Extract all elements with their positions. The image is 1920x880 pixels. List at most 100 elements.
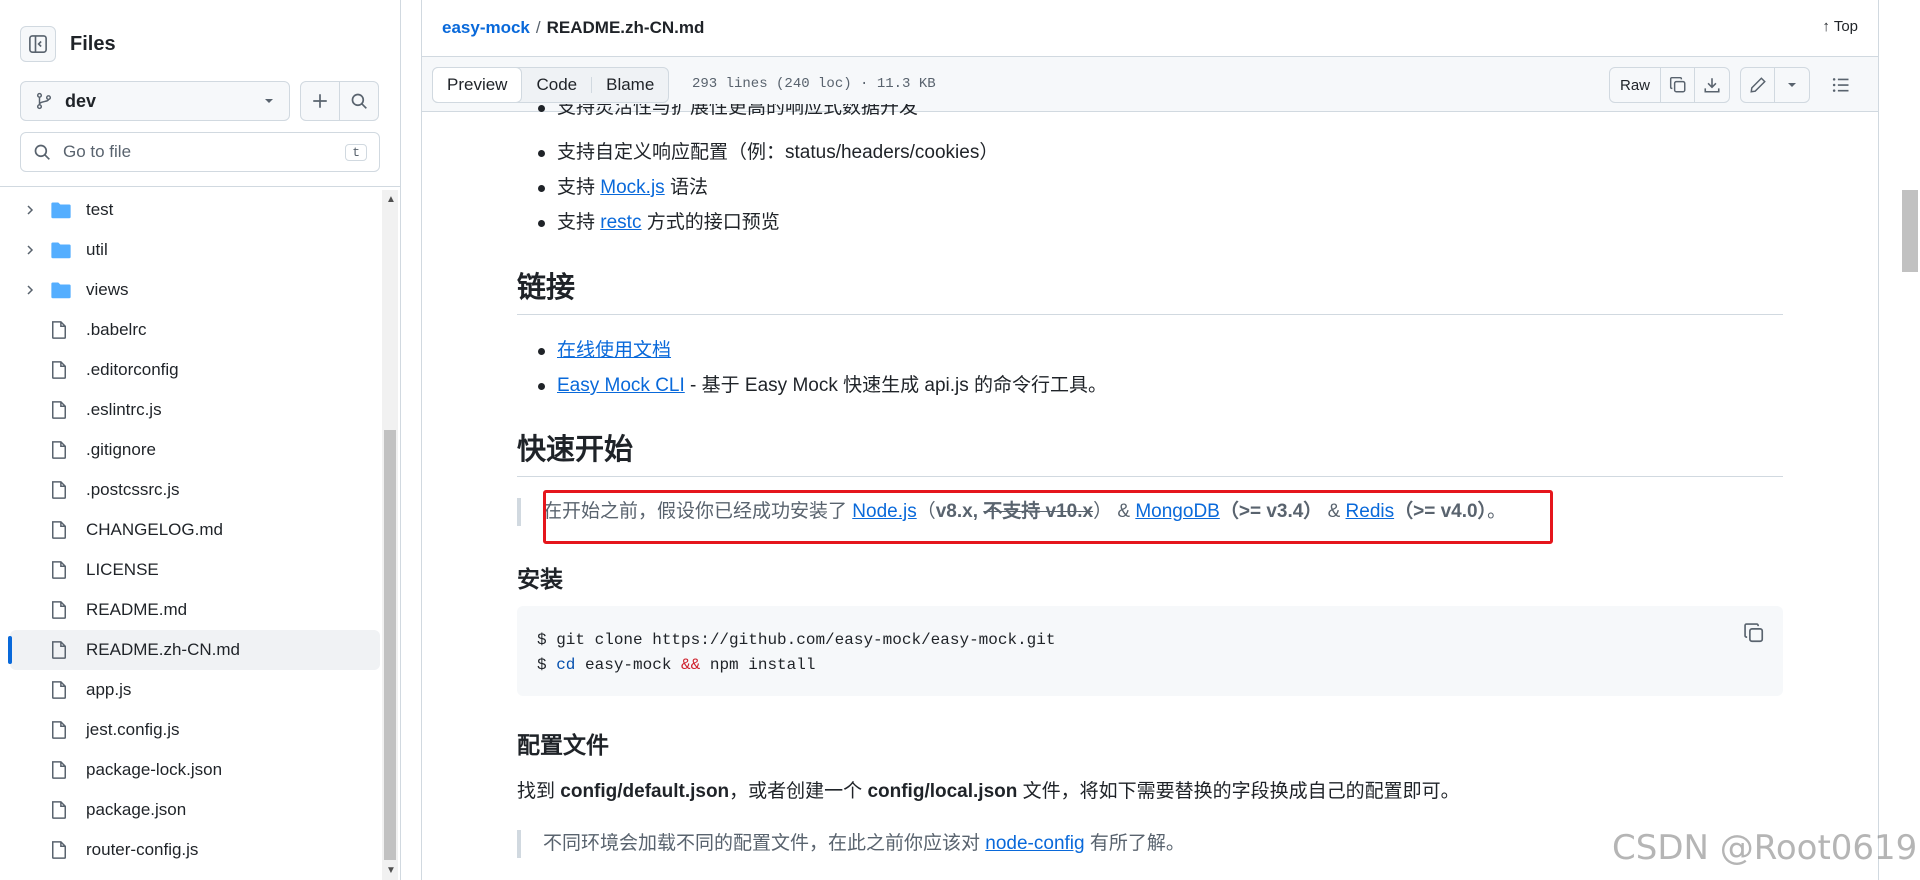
add-file-button[interactable]: [300, 81, 340, 121]
links-list: 在线使用文档 Easy Mock CLI - 基于 Easy Mock 快速生成…: [517, 333, 1783, 403]
file-icon: [52, 521, 66, 539]
tree-item-label: router-config.js: [86, 840, 199, 859]
tab-blame[interactable]: Blame: [592, 68, 668, 102]
edit-file-button[interactable]: [1741, 68, 1775, 102]
file-icon-wrap: [50, 440, 74, 460]
sidebar-scrollbar[interactable]: ▲ ▼: [382, 190, 398, 880]
tree-folder-test[interactable]: test: [10, 190, 380, 230]
sidebar-collapse-icon: [29, 35, 47, 53]
chevron-right-icon: [27, 245, 34, 255]
tree-item-label: CHANGELOG.md: [86, 520, 223, 539]
tree-file[interactable]: .gitignore: [10, 430, 380, 470]
branch-selector[interactable]: dev: [20, 81, 290, 121]
list-item-text: 支持: [557, 212, 601, 233]
page-scrollbar[interactable]: [1900, 0, 1920, 880]
tree-file[interactable]: router-config.js: [10, 830, 380, 870]
config-paragraph: 找到 config/default.json，或者创建一个 config/loc…: [517, 777, 1783, 807]
breadcrumb-file-name: README.zh-CN.md: [546, 18, 705, 37]
paragraph-text: 文件，将如下需要替换的字段换成自己的配置即可。: [1017, 781, 1460, 802]
copy-raw-button[interactable]: [1661, 68, 1695, 102]
edit-options-dropdown[interactable]: [1775, 68, 1809, 102]
breadcrumb-repo-link[interactable]: easy-mock: [442, 18, 530, 38]
collapse-sidebar-button[interactable]: [20, 26, 56, 62]
scroll-down-arrow-icon[interactable]: ▼: [386, 865, 396, 876]
file-icon: [52, 561, 66, 579]
scroll-up-arrow-icon[interactable]: ▲: [386, 194, 396, 205]
easy-mock-cli-link[interactable]: Easy Mock CLI: [557, 375, 685, 396]
file-icon-wrap: [50, 680, 74, 700]
tree-file[interactable]: package.json: [10, 790, 380, 830]
arrow-up-icon: ↑: [1822, 18, 1830, 35]
tree-item-label: app.js: [86, 680, 132, 699]
list-item: 支持灵活性与扩展性更高的响应式数据开发: [517, 104, 1783, 125]
file-icon: [52, 401, 66, 419]
top-label: Top: [1833, 18, 1858, 35]
tree-file[interactable]: package-lock.json: [10, 750, 380, 790]
tree-file[interactable]: CHANGELOG.md: [10, 510, 380, 550]
view-mode-segmented-control: Preview Code Blame: [432, 67, 670, 103]
node-config-link[interactable]: node-config: [985, 833, 1084, 854]
download-raw-button[interactable]: [1695, 68, 1729, 102]
chevron-right-icon: [27, 205, 34, 215]
mockjs-link[interactable]: Mock.js: [600, 177, 664, 198]
back-to-top-button[interactable]: ↑ Top: [1822, 18, 1858, 35]
file-icon: [52, 681, 66, 699]
tree-file-active[interactable]: README.zh-CN.md: [8, 630, 380, 670]
tree-item-label: README.md: [86, 600, 188, 619]
file-icon: [52, 641, 66, 659]
config-default-path: config/default.json: [560, 781, 730, 802]
go-to-file-input[interactable]: Go to file t: [20, 132, 380, 172]
list-item-text: 方式的接口预览: [641, 212, 780, 233]
tree-file[interactable]: .postcssrc.js: [10, 470, 380, 510]
note-text: 有所了解。: [1084, 833, 1185, 854]
keyboard-shortcut-hint: t: [345, 143, 367, 161]
search-icon: [34, 144, 50, 160]
caret-down-icon: [265, 99, 273, 103]
tree-item-label: .editorconfig: [86, 360, 179, 379]
sidebar-scrollbar-thumb[interactable]: [384, 430, 396, 860]
tree-file[interactable]: LICENSE: [10, 550, 380, 590]
expand-chevron[interactable]: [20, 284, 40, 296]
restc-link[interactable]: restc: [600, 212, 641, 233]
tree-file[interactable]: app.js: [10, 670, 380, 710]
raw-actions-group: Raw: [1608, 67, 1730, 103]
file-icon: [52, 481, 66, 499]
page-scrollbar-thumb[interactable]: [1902, 190, 1918, 272]
tree-file[interactable]: .babelrc: [10, 310, 380, 350]
tree-item-label: views: [86, 280, 129, 299]
list-unordered-icon: [1832, 78, 1849, 92]
note-text: 不同环境会加载不同的配置文件，在此之前你应该对: [543, 833, 986, 854]
tree-item-label: jest.config.js: [86, 720, 180, 739]
raw-button[interactable]: Raw: [1610, 68, 1661, 102]
feature-list: 支持自定义响应配置（例：status/headers/cookies） 支持 M…: [517, 135, 1783, 240]
code-token: npm install: [700, 656, 816, 674]
tab-code[interactable]: Code: [522, 68, 591, 102]
list-item: Easy Mock CLI - 基于 Easy Mock 快速生成 api.js…: [517, 368, 1783, 403]
tree-file[interactable]: README.md: [10, 590, 380, 630]
tab-preview[interactable]: Preview: [432, 67, 523, 103]
outline-button[interactable]: [1824, 68, 1858, 102]
search-code-button[interactable]: [339, 81, 379, 121]
config-local-path: config/local.json: [867, 781, 1018, 802]
tree-file[interactable]: .eslintrc.js: [10, 390, 380, 430]
file-meta: 293 lines (240 loc) · 11.3 KB: [692, 76, 936, 92]
expand-chevron[interactable]: [20, 204, 40, 216]
tree-folder-util[interactable]: util: [10, 230, 380, 270]
folder-icon: [51, 242, 71, 259]
docs-link[interactable]: 在线使用文档: [557, 340, 671, 361]
tree-folder-views[interactable]: views: [10, 270, 380, 310]
copy-icon: [1669, 76, 1685, 93]
search-icon: [351, 93, 367, 109]
file-tree: test util views .babelrc .editorconfig .eslin…: [8, 190, 380, 870]
file-icon: [52, 841, 66, 859]
expand-chevron[interactable]: [20, 244, 40, 256]
tree-item-label: .eslintrc.js: [86, 400, 162, 419]
folder-icon-wrap: [50, 281, 74, 299]
config-note: 不同环境会加载不同的配置文件，在此之前你应该对 node-config 有所了解…: [517, 830, 1783, 858]
tree-item-label: test: [86, 200, 114, 219]
tree-item-label: .gitignore: [86, 440, 156, 459]
tree-item-label: LICENSE: [86, 560, 159, 579]
copy-code-button[interactable]: [1743, 622, 1765, 653]
tree-file[interactable]: jest.config.js: [10, 710, 380, 750]
tree-file[interactable]: .editorconfig: [10, 350, 380, 390]
